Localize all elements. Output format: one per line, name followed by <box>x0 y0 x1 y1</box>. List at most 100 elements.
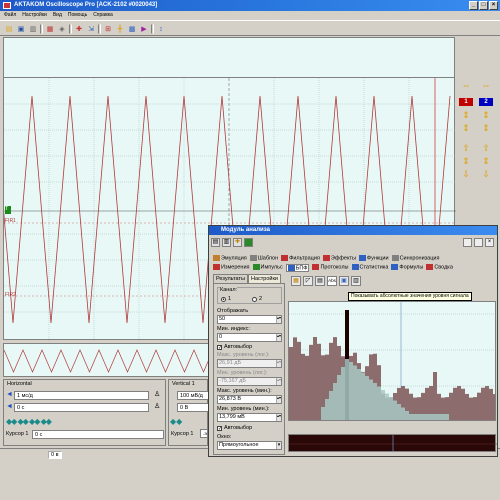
tab-fft[interactable]: БПФ <box>285 264 310 273</box>
ch1-badge[interactable]: 1 <box>459 98 473 106</box>
tab-sync[interactable]: Синхронизация <box>391 255 439 261</box>
close-button[interactable]: × <box>489 1 498 10</box>
chevron-down-icon[interactable]: ▾ <box>276 442 281 449</box>
measure-icon[interactable]: ⊞ <box>103 24 113 34</box>
grid-icon[interactable]: ▦ <box>291 276 301 286</box>
menu-reference[interactable]: Справка <box>93 11 113 20</box>
time-scale-field[interactable]: 1 мс/д <box>14 391 149 400</box>
autoselect-level-checkbox[interactable]: ✓ Автовыбор <box>217 425 252 431</box>
bars-icon[interactable]: ▤ <box>315 276 325 286</box>
spectrum-overview-bar[interactable] <box>288 434 497 453</box>
ch2-scale-icon[interactable]: ⇕ <box>479 122 493 134</box>
v-cursor-field[interactable]: -300 <box>200 429 208 438</box>
ch2-pos-down-icon[interactable]: ⇩ <box>479 168 493 180</box>
channel-1-radio[interactable]: • 1 <box>221 296 231 302</box>
tab-filtering[interactable]: Фильтрация <box>281 255 320 261</box>
tab-pulse[interactable]: Импульс <box>252 264 283 272</box>
tab-emulation[interactable]: Эмуляция <box>213 255 247 261</box>
dock-button[interactable] <box>463 238 472 247</box>
window-select[interactable]: Прямоугольное ▾ <box>217 441 282 450</box>
print-icon[interactable]: ▥ <box>28 24 38 34</box>
ch2-marker[interactable]: FIR2 <box>5 292 16 298</box>
run-icon[interactable]: ▶ <box>139 24 149 34</box>
spectrum-plot[interactable] <box>288 301 496 421</box>
subtab-settings[interactable]: Настройки <box>247 274 281 283</box>
copy-icon[interactable]: ▦ <box>45 24 55 34</box>
maximize-button[interactable]: □ <box>479 1 488 10</box>
analysis-title: Модуль анализа <box>221 227 270 233</box>
ch2-gain-icon[interactable]: ⇕ <box>479 155 493 167</box>
trigger-marker[interactable]: T <box>5 206 11 214</box>
spectrum-bar-overlay <box>365 376 369 420</box>
tab-formulas[interactable]: Формулы <box>391 264 423 272</box>
display-spinner[interactable]: 50 ▴▾ <box>217 315 282 324</box>
protocols-icon <box>312 264 320 270</box>
tab-template[interactable]: Шаблон <box>249 255 278 261</box>
trigger-icon[interactable]: ⇲ <box>86 24 96 34</box>
min-level-spinner[interactable]: 13,799 мВ ▴▾ <box>217 413 282 422</box>
autoselect-checkbox[interactable]: ✓ Автовыбор <box>217 344 252 350</box>
h-cursor-field[interactable]: 0 с <box>32 430 164 439</box>
statistics-icon <box>351 264 359 270</box>
abs-toggle[interactable]: Abs <box>327 276 337 286</box>
channel-group: Канал: • 1 2 <box>217 287 282 304</box>
export-plot-icon[interactable]: ▥ <box>351 276 361 286</box>
spectrum-bar-overlay <box>373 383 377 420</box>
volt-offset-field[interactable]: 0 В <box>177 403 209 412</box>
spinner-arrows-icon[interactable]: ▴▾ <box>276 334 281 341</box>
ch1-gain-icon[interactable]: ⇕ <box>459 155 473 167</box>
ch2-badge[interactable]: 2 <box>479 98 493 106</box>
tab-measurements[interactable]: Измерения <box>213 264 250 272</box>
tab-statistics[interactable]: Статистика <box>351 264 388 272</box>
tab-summary[interactable]: Сводка <box>426 264 453 272</box>
help-icon[interactable]: ↕ <box>156 24 166 34</box>
ch1-scale-icon[interactable]: ⇕ <box>459 122 473 134</box>
export-icon[interactable] <box>244 238 253 247</box>
ch1-pos-down-icon[interactable]: ⇩ <box>459 168 473 180</box>
minimize-button[interactable]: _ <box>469 1 478 10</box>
max-level-spinner[interactable]: 26,873 В ▴▾ <box>217 395 282 404</box>
tab-functions[interactable]: Функции <box>358 255 389 261</box>
shift-left-right-icon[interactable]: ⇔ <box>459 79 473 91</box>
subtab-results[interactable]: Результаты <box>213 274 248 283</box>
minimize-analysis-button[interactable] <box>474 238 483 247</box>
fill-icon[interactable]: ▣ <box>339 276 349 286</box>
channel-2-radio[interactable]: 2 <box>252 296 262 302</box>
spinner-arrows-icon[interactable]: ▴▾ <box>276 316 281 323</box>
ch2-up-icon[interactable]: ⇕ <box>479 109 493 121</box>
zoom-icon[interactable]: ◈ <box>57 24 67 34</box>
ch1-pos-up-icon[interactable]: ⇧ <box>459 142 473 154</box>
time-lock-icon[interactable]: ♙ <box>154 390 160 398</box>
open-icon[interactable]: ▤ <box>211 238 220 247</box>
ch1-up-icon[interactable]: ⇕ <box>459 109 473 121</box>
min-index-spinner[interactable]: 0 ▴▾ <box>217 333 282 342</box>
settings-icon[interactable]: ╋ <box>115 24 125 34</box>
horizontal-tools-icons[interactable]: ◆◆ ◆◆ ◆◆ ◆◆ <box>6 417 52 426</box>
spectrum-bar <box>317 343 321 420</box>
save-icon[interactable]: ▥ <box>222 238 231 247</box>
offset-lock-icon[interactable]: ♙ <box>154 402 160 410</box>
spinner-arrows-icon[interactable]: ▴▾ <box>276 414 281 421</box>
time-offset-field[interactable]: 0 с <box>14 403 149 412</box>
save-icon[interactable]: ▣ <box>16 24 26 34</box>
ch2-pos-up-icon[interactable]: ⇧ <box>479 142 493 154</box>
vertical-tools-icons[interactable]: ◆◆ <box>170 417 182 426</box>
shift-right-icon[interactable]: ⇔ <box>479 79 493 91</box>
folder-icon[interactable]: ▤ <box>4 24 14 34</box>
pin-icon[interactable]: ✚ <box>233 238 242 247</box>
vertical-title: Vertical 1 <box>172 381 195 387</box>
menu-settings[interactable]: Настройки <box>22 11 47 20</box>
tab-protocols[interactable]: Протоколы <box>312 264 349 272</box>
close-analysis-button[interactable]: × <box>485 238 494 247</box>
ch1-marker[interactable]: FIR1 <box>5 218 16 224</box>
menu-help[interactable]: Помощь <box>68 11 87 20</box>
toolbar-separator <box>40 24 43 34</box>
tab-effects[interactable]: Эффекты <box>322 255 356 261</box>
channel-icon[interactable]: ▩ <box>127 24 137 34</box>
cursor-icon[interactable]: ✚ <box>74 24 84 34</box>
volt-scale-field[interactable]: 100 мВ/д <box>177 391 209 400</box>
menu-view[interactable]: Вид <box>53 11 62 20</box>
line-icon[interactable]: ◸ <box>303 276 313 286</box>
spinner-arrows-icon[interactable]: ▴▾ <box>276 396 281 403</box>
menu-file[interactable]: Файл <box>4 11 16 20</box>
